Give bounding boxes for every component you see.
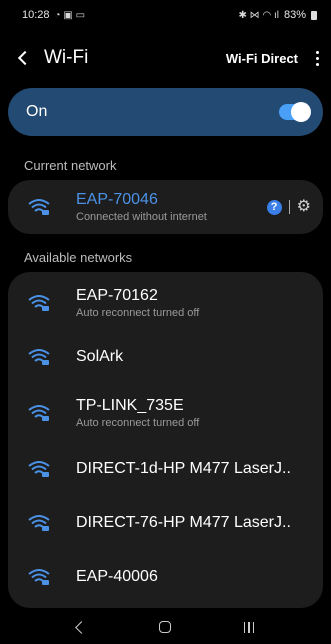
current-network-status: Connected without internet [76, 211, 207, 223]
nav-home-icon[interactable] [158, 621, 171, 633]
available-networks-header: Available networks [24, 250, 133, 265]
divider [288, 200, 290, 214]
network-row[interactable]: EAP-70162 Auto reconnect turned off [8, 276, 323, 330]
battery-icon [311, 10, 317, 20]
network-status: Auto reconnect turned off [76, 307, 200, 319]
network-name: SolArk [76, 348, 124, 365]
nav-recent-apps-icon[interactable] [243, 621, 255, 633]
wifi-switch[interactable] [279, 102, 311, 122]
help-icon[interactable]: ? [266, 199, 282, 215]
signal-icons: ✱ ⋈ ◠ ıl [238, 9, 279, 21]
current-network-row[interactable]: EAP-70046 Connected without internet ? ⚙ [8, 180, 323, 234]
notification-icons: ◔ ▣ ▭ [54, 9, 86, 21]
wifi-lock-icon [28, 404, 50, 422]
wifi-lock-icon [28, 460, 50, 478]
current-network-card: EAP-70046 Connected without internet ? ⚙ [8, 180, 323, 234]
app-bar: Wi-Fi Wi-Fi Direct [0, 36, 331, 80]
wifi-toggle-card[interactable]: On [8, 88, 323, 136]
wifi-lock-icon [28, 514, 50, 532]
wifi-toggle-label: On [26, 103, 48, 120]
network-row[interactable]: TP-LINK_735E Auto reconnect turned off [8, 384, 323, 442]
wifi-lock-icon [28, 294, 50, 312]
more-options-icon[interactable] [316, 50, 319, 66]
wifi-lock-icon [28, 348, 50, 366]
network-name: DIRECT-1d-HP M477 LaserJ.. [76, 460, 291, 477]
network-status: Auto reconnect turned off [76, 417, 200, 429]
wifi-direct-button[interactable]: Wi-Fi Direct [226, 51, 298, 66]
page-title: Wi-Fi [44, 47, 89, 68]
back-arrow-icon[interactable] [17, 50, 33, 66]
network-name: EAP-70162 [76, 287, 158, 304]
available-networks-card: EAP-70162 Auto reconnect turned off SolA… [8, 272, 323, 608]
network-row[interactable]: DIRECT-1d-HP M477 LaserJ.. [8, 442, 323, 496]
network-name: EAP-40006 [76, 568, 158, 585]
network-row[interactable]: DIRECT-76-HP M477 LaserJ.. [8, 496, 323, 550]
network-row[interactable]: EAP-40006 [8, 550, 323, 604]
wifi-lock-icon [28, 568, 50, 586]
current-network-header: Current network [24, 158, 117, 173]
nav-back-icon[interactable] [74, 620, 88, 634]
network-row[interactable]: SolArk [8, 330, 323, 384]
status-bar: 10:28 ◔ ▣ ▭ ✱ ⋈ ◠ ıl 83% [0, 0, 331, 30]
battery-percent: 83% [283, 9, 306, 21]
current-network-name: EAP-70046 [76, 191, 158, 208]
status-time: 10:28 [22, 9, 50, 21]
network-name: DIRECT-76-HP M477 LaserJ.. [76, 514, 291, 531]
gear-icon[interactable]: ⚙ [297, 199, 311, 215]
navigation-bar [0, 610, 331, 644]
wifi-lock-icon [28, 198, 50, 216]
network-name: TP-LINK_735E [76, 397, 184, 414]
